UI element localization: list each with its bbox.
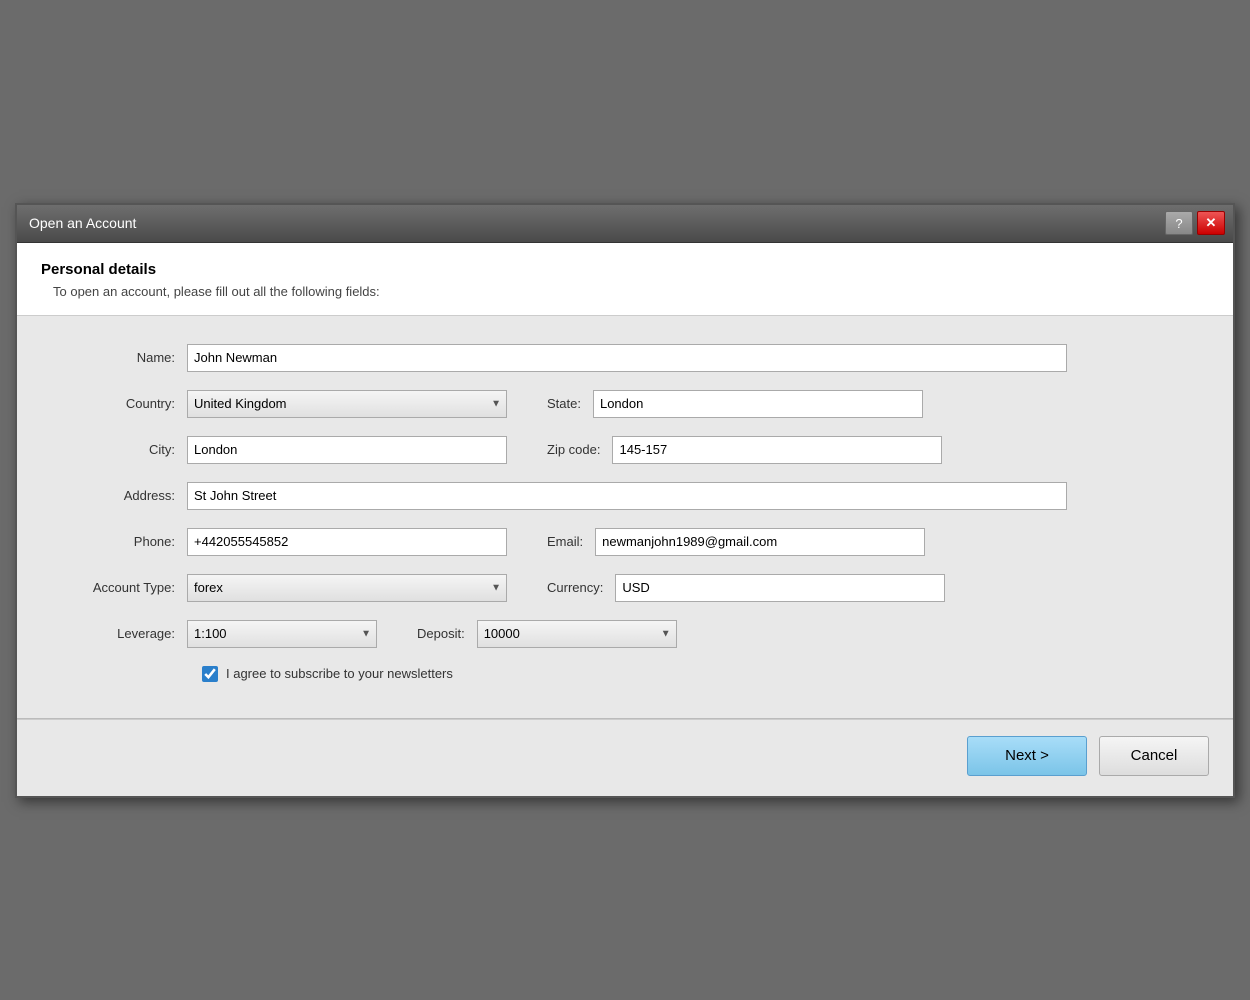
newsletter-row: I agree to subscribe to your newsletters: [57, 666, 1193, 682]
state-label: State:: [547, 396, 593, 411]
footer-section: Next > Cancel: [17, 719, 1233, 796]
section-subtitle: To open an account, please fill out all …: [41, 284, 1209, 299]
country-state-row: Country: United Kingdom United States Ge…: [57, 390, 1193, 418]
city-label: City:: [57, 442, 187, 457]
account-type-select-wrapper: forex stocks crypto: [187, 574, 507, 602]
city-zip-row: City: Zip code:: [57, 436, 1193, 464]
currency-section: Currency:: [547, 574, 945, 602]
newsletter-checkbox[interactable]: [202, 666, 218, 682]
section-title: Personal details: [41, 261, 1209, 278]
currency-input[interactable]: [615, 574, 945, 602]
phone-label: Phone:: [57, 534, 187, 549]
deposit-section: Deposit: 10000 5000 25000 50000: [417, 620, 677, 648]
zip-input[interactable]: [612, 436, 942, 464]
deposit-select[interactable]: 10000 5000 25000 50000: [477, 620, 677, 648]
phone-input[interactable]: [187, 528, 507, 556]
email-section: Email:: [547, 528, 925, 556]
leverage-select-wrapper: 1:100 1:50 1:200 1:500: [187, 620, 377, 648]
zip-label: Zip code:: [547, 442, 612, 457]
title-bar-buttons: ? ✕: [1165, 211, 1225, 235]
account-type-label: Account Type:: [57, 580, 187, 595]
city-input[interactable]: [187, 436, 507, 464]
close-button[interactable]: ✕: [1197, 211, 1225, 235]
country-label: Country:: [57, 396, 187, 411]
deposit-select-wrapper: 10000 5000 25000 50000: [477, 620, 677, 648]
zip-section: Zip code:: [547, 436, 942, 464]
dialog: Open an Account ? ✕ Personal details To …: [15, 203, 1235, 798]
currency-label: Currency:: [547, 580, 615, 595]
name-label: Name:: [57, 350, 187, 365]
country-select[interactable]: United Kingdom United States Germany Fra…: [187, 390, 507, 418]
email-label: Email:: [547, 534, 595, 549]
next-button[interactable]: Next >: [967, 736, 1087, 776]
address-input[interactable]: [187, 482, 1067, 510]
header-section: Personal details To open an account, ple…: [17, 243, 1233, 316]
name-row: Name:: [57, 344, 1193, 372]
state-section: State:: [547, 390, 923, 418]
help-button[interactable]: ?: [1165, 211, 1193, 235]
address-label: Address:: [57, 488, 187, 503]
leverage-label: Leverage:: [57, 626, 187, 641]
email-input[interactable]: [595, 528, 925, 556]
title-bar: Open an Account ? ✕: [17, 205, 1233, 243]
leverage-deposit-row: Leverage: 1:100 1:50 1:200 1:500 Deposit…: [57, 620, 1193, 648]
name-input[interactable]: [187, 344, 1067, 372]
state-input[interactable]: [593, 390, 923, 418]
cancel-button[interactable]: Cancel: [1099, 736, 1209, 776]
address-row: Address:: [57, 482, 1193, 510]
account-currency-row: Account Type: forex stocks crypto Curren…: [57, 574, 1193, 602]
account-type-select[interactable]: forex stocks crypto: [187, 574, 507, 602]
form-section: Name: Country: United Kingdom United Sta…: [17, 316, 1233, 718]
dialog-title: Open an Account: [29, 215, 136, 231]
deposit-label: Deposit:: [417, 626, 477, 641]
country-select-wrapper: United Kingdom United States Germany Fra…: [187, 390, 507, 418]
dialog-content: Personal details To open an account, ple…: [17, 243, 1233, 796]
newsletter-label: I agree to subscribe to your newsletters: [226, 666, 453, 681]
phone-email-row: Phone: Email:: [57, 528, 1193, 556]
leverage-select[interactable]: 1:100 1:50 1:200 1:500: [187, 620, 377, 648]
